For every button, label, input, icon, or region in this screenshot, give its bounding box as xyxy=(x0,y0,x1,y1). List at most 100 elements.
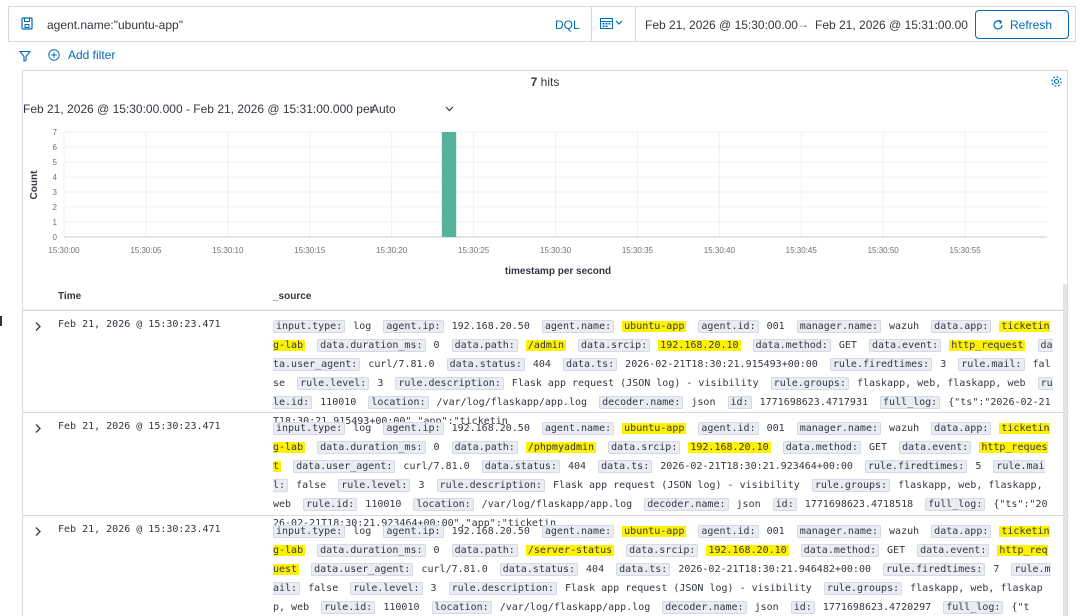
field-key: rule.level: xyxy=(297,377,370,390)
column-header-time[interactable]: Time xyxy=(58,291,81,302)
field-value: flaskapp, web, flaskapp, web xyxy=(856,378,1026,389)
field-key: agent.ip: xyxy=(383,422,444,435)
field-value-highlighted: /admin xyxy=(525,340,566,351)
field-key: data.path: xyxy=(451,544,518,557)
field-value: curl/7.81.0 xyxy=(421,564,488,575)
time-end[interactable]: Feb 21, 2026 @ 15:31:00.00 xyxy=(815,18,968,32)
histogram-chart: 0 1 2 3 4 5 6 7 15:30:00 15:30:05 15:30:10 15:30:15… xyxy=(29,128,1047,277)
x-axis-title: timestamp per second xyxy=(505,266,611,277)
resize-handle[interactable] xyxy=(0,316,2,326)
field-value: log xyxy=(353,526,372,537)
field-value: 3 xyxy=(418,480,425,491)
save-icon[interactable] xyxy=(21,17,33,35)
field-value: GET xyxy=(838,340,857,351)
field-key: decoder.name: xyxy=(644,498,729,511)
filter-icon[interactable] xyxy=(18,49,32,67)
x-tick-label: 15:30:00 xyxy=(48,246,80,255)
field-value: 5 xyxy=(975,461,982,472)
field-key: data.event: xyxy=(899,441,972,454)
field-value: 2026-02-21T18:30:21.923464+00:00 xyxy=(660,461,853,472)
y-tick-label: 2 xyxy=(53,203,58,212)
histogram-bar xyxy=(441,132,457,237)
field-value: 1771698623.4717931 xyxy=(759,397,868,408)
field-value: 192.168.20.50 xyxy=(451,321,530,332)
field-key: data.event: xyxy=(868,339,942,352)
chevron-down-icon xyxy=(615,20,623,25)
y-tick-label: 6 xyxy=(53,143,58,152)
field-value: wazuh xyxy=(889,321,920,332)
chevron-right-icon[interactable] xyxy=(34,526,42,540)
field-value: /var/log/flaskapp/app.log xyxy=(481,499,633,510)
arrow-right-icon: → xyxy=(797,17,809,31)
field-key: rule.firedtimes: xyxy=(829,358,933,371)
x-tick-label: 15:30:15 xyxy=(294,246,326,255)
add-filter-button[interactable]: Add filter xyxy=(48,48,115,62)
field-key: rule.description: xyxy=(448,582,557,595)
field-key: data.status: xyxy=(499,563,578,576)
field-value: 110010 xyxy=(320,397,357,408)
field-key: id: xyxy=(790,601,815,614)
field-key: rule.mail: xyxy=(958,358,1025,371)
field-key: decoder.name: xyxy=(599,396,684,409)
field-key: data.method: xyxy=(800,544,879,557)
table-row: Feb 21, 2026 @ 15:30:23.471 input.type: l… xyxy=(23,412,1069,529)
y-tick-label: 3 xyxy=(53,188,58,197)
field-value: 3 xyxy=(377,378,384,389)
field-value: 0 xyxy=(433,545,440,556)
field-key: full_log: xyxy=(925,498,986,511)
x-tick-label: 15:30:50 xyxy=(868,246,900,255)
field-key: data.method: xyxy=(752,339,831,352)
row-timestamp: Feb 21, 2026 @ 15:30:23.471 xyxy=(58,524,221,535)
time-start[interactable]: Feb 21, 2026 @ 15:30:00.00 xyxy=(645,18,798,32)
plus-circle-icon xyxy=(48,49,60,61)
field-value: GET xyxy=(868,442,888,453)
refresh-icon xyxy=(993,19,1003,29)
field-key: manager.name: xyxy=(796,422,881,435)
field-value-highlighted: /phpmyadmin xyxy=(525,442,597,453)
field-key: manager.name: xyxy=(796,525,881,538)
field-value: 3 xyxy=(940,359,947,370)
field-key: data.duration_ms: xyxy=(317,441,426,454)
chevron-right-icon[interactable] xyxy=(34,423,42,437)
divider xyxy=(635,7,636,41)
field-key: data.app: xyxy=(931,320,992,333)
hits-number: 7 xyxy=(530,75,538,89)
field-value-highlighted: ubuntu-app xyxy=(622,321,687,332)
refresh-button[interactable]: Refresh xyxy=(975,10,1069,39)
y-tick-label: 1 xyxy=(53,218,58,227)
scrollbar[interactable] xyxy=(1063,284,1067,616)
results-panel: 7 hits Feb 21, 2026 @ 15:30:00.000 - Feb… xyxy=(22,70,1069,616)
field-value: wazuh xyxy=(889,526,920,537)
field-value-highlighted: 192.168.20.10 xyxy=(688,442,771,453)
field-key: rule.level: xyxy=(350,582,423,595)
field-key: data.ts: xyxy=(562,358,618,371)
field-value: 0 xyxy=(433,340,440,351)
x-tick-label: 15:30:55 xyxy=(950,246,982,255)
query-language-button[interactable]: DQL xyxy=(555,18,580,32)
x-tick-label: 15:30:35 xyxy=(622,246,654,255)
field-key: rule.firedtimes: xyxy=(864,460,968,473)
search-input[interactable]: agent.name:"ubuntu-app" xyxy=(47,18,183,32)
field-key: agent.name: xyxy=(541,320,615,333)
field-key: agent.name: xyxy=(541,525,615,538)
field-value: log xyxy=(353,321,372,332)
field-key: input.type: xyxy=(273,422,346,435)
date-quick-menu-button[interactable] xyxy=(600,17,623,29)
column-header-source[interactable]: _source xyxy=(273,291,311,302)
table-row: Feb 21, 2026 @ 15:30:23.471 input.type: l… xyxy=(23,310,1069,427)
field-key: rule.description: xyxy=(395,377,504,390)
interval-select[interactable]: Auto xyxy=(368,97,458,121)
row-timestamp: Feb 21, 2026 @ 15:30:23.471 xyxy=(58,319,221,330)
field-value: 404 xyxy=(567,461,587,472)
field-value: 001 xyxy=(766,423,785,434)
chevron-right-icon[interactable] xyxy=(34,321,42,335)
time-range-summary: Feb 21, 2026 @ 15:30:00.000 - Feb 21, 20… xyxy=(23,102,374,116)
field-value-highlighted: 192.168.20.10 xyxy=(706,545,789,556)
gear-icon[interactable] xyxy=(1050,75,1063,93)
field-value: false xyxy=(296,480,327,491)
field-value: /var/log/flaskapp/app.log xyxy=(499,602,651,613)
x-tick-label: 15:30:10 xyxy=(212,246,244,255)
field-value: Flask app request (JSON log) - visibilit… xyxy=(564,583,812,594)
field-key: location: xyxy=(368,396,429,409)
calendar-icon xyxy=(600,18,613,29)
